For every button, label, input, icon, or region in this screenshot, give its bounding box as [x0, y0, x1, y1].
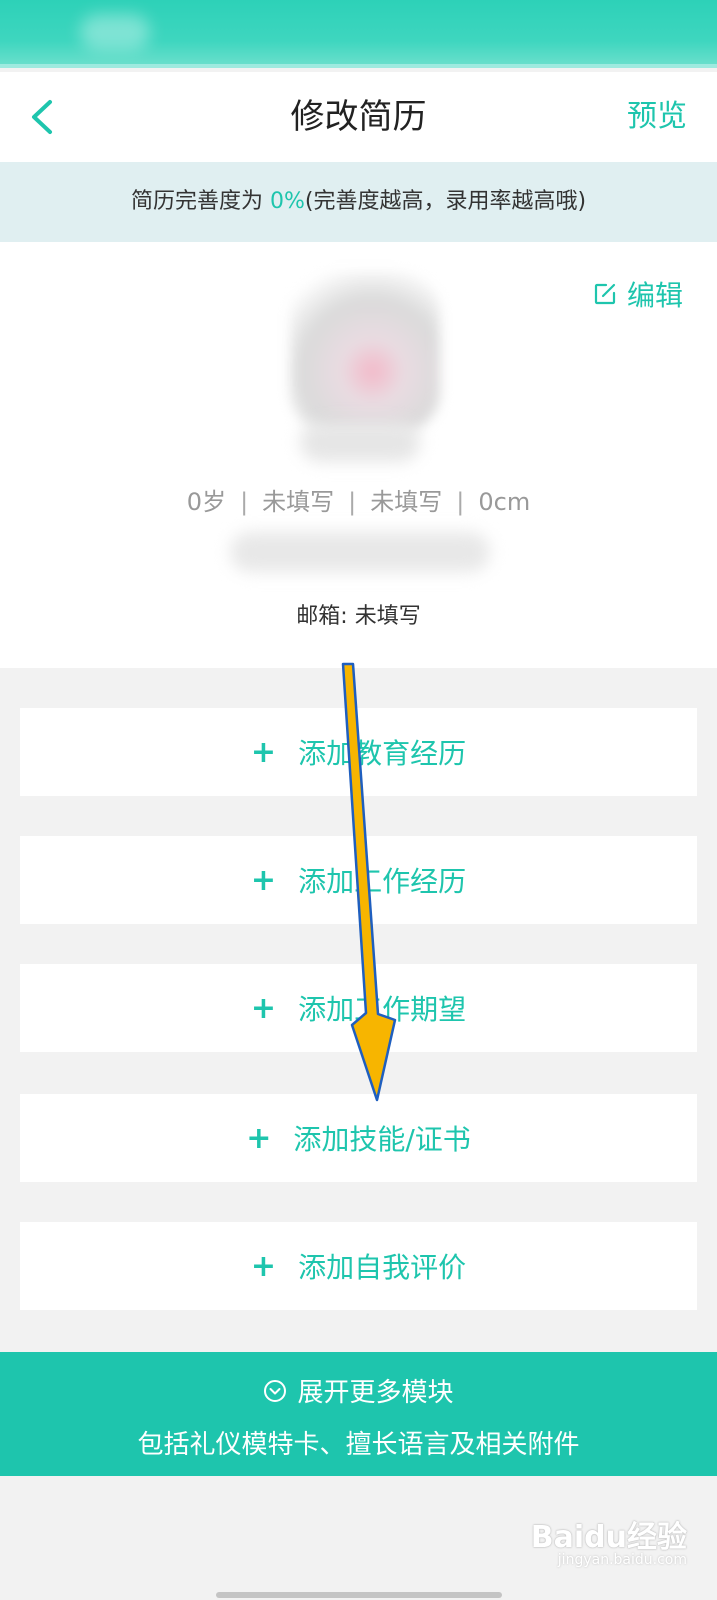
section-label: 添加自我评价: [298, 1251, 467, 1284]
expand-subtitle: 包括礼仪模特卡、擅长语言及相关附件: [137, 1430, 580, 1460]
name-blurred: [300, 422, 420, 462]
status-blur: [80, 14, 150, 50]
page-title: 修改简历: [290, 97, 427, 137]
plus-icon: +: [250, 990, 277, 1026]
email-text: 邮箱: 未填写: [296, 604, 421, 629]
section-label: 添加工作经历: [298, 865, 467, 898]
add-work-experience-button[interactable]: + 添加工作经历: [20, 836, 697, 924]
preview-button[interactable]: 预览: [627, 96, 687, 138]
edit-label: 编辑: [626, 279, 683, 312]
expand-title-row: 展开更多模块: [0, 1372, 717, 1409]
meta-separator: |: [348, 488, 357, 516]
completion-percent: 0%: [269, 189, 305, 214]
plus-icon: +: [250, 862, 277, 898]
status-bar: [0, 0, 717, 68]
section-label: 添加工作期望: [298, 993, 467, 1026]
profile-card: 编辑 0岁 | 未填写 | 未填写 | 0cm 邮箱: 未填写: [0, 242, 717, 668]
status-divider: [0, 64, 717, 68]
expand-title: 展开更多模块: [297, 1378, 454, 1408]
home-indicator[interactable]: [216, 1592, 502, 1598]
section-label: 添加技能/证书: [293, 1123, 471, 1156]
tip-suffix: (完善度越高，录用率越高哦): [304, 189, 587, 214]
profile-meta: 0岁 | 未填写 | 未填写 | 0cm: [0, 482, 717, 517]
add-education-button[interactable]: + 添加教育经历: [20, 708, 697, 796]
plus-icon: +: [250, 734, 277, 770]
meta-separator: |: [240, 488, 249, 516]
phone-blurred: [230, 532, 490, 572]
section-label: 添加教育经历: [298, 737, 467, 770]
nav-bar: 修改简历 预览: [0, 72, 717, 162]
add-self-evaluation-button[interactable]: + 添加自我评价: [20, 1222, 697, 1310]
completion-tip: 简历完善度为 0%(完善度越高，录用率越高哦): [0, 162, 717, 242]
meta-field-3: 未填写: [370, 488, 443, 516]
add-skills-certificates-button[interactable]: + 添加技能/证书: [20, 1094, 697, 1182]
age: 0岁: [186, 488, 227, 516]
edit-icon: [594, 283, 616, 305]
watermark-logo: Baidu经验: [530, 1520, 687, 1555]
meta-field-2: 未填写: [262, 488, 335, 516]
height: 0cm: [478, 488, 531, 516]
plus-icon: +: [250, 1248, 277, 1284]
chevron-down-circle-icon: [264, 1379, 287, 1402]
edit-button[interactable]: 编辑: [593, 274, 683, 314]
expand-more-modules-button[interactable]: 展开更多模块 包括礼仪模特卡、擅长语言及相关附件: [0, 1352, 717, 1476]
plus-icon: +: [246, 1120, 272, 1156]
tip-prefix: 简历完善度为: [130, 189, 270, 214]
avatar[interactable]: [290, 272, 440, 432]
add-job-expectation-button[interactable]: + 添加工作期望: [20, 964, 697, 1052]
watermark-url: jingyan.baidu.com: [557, 1552, 687, 1568]
meta-separator: |: [456, 488, 465, 516]
